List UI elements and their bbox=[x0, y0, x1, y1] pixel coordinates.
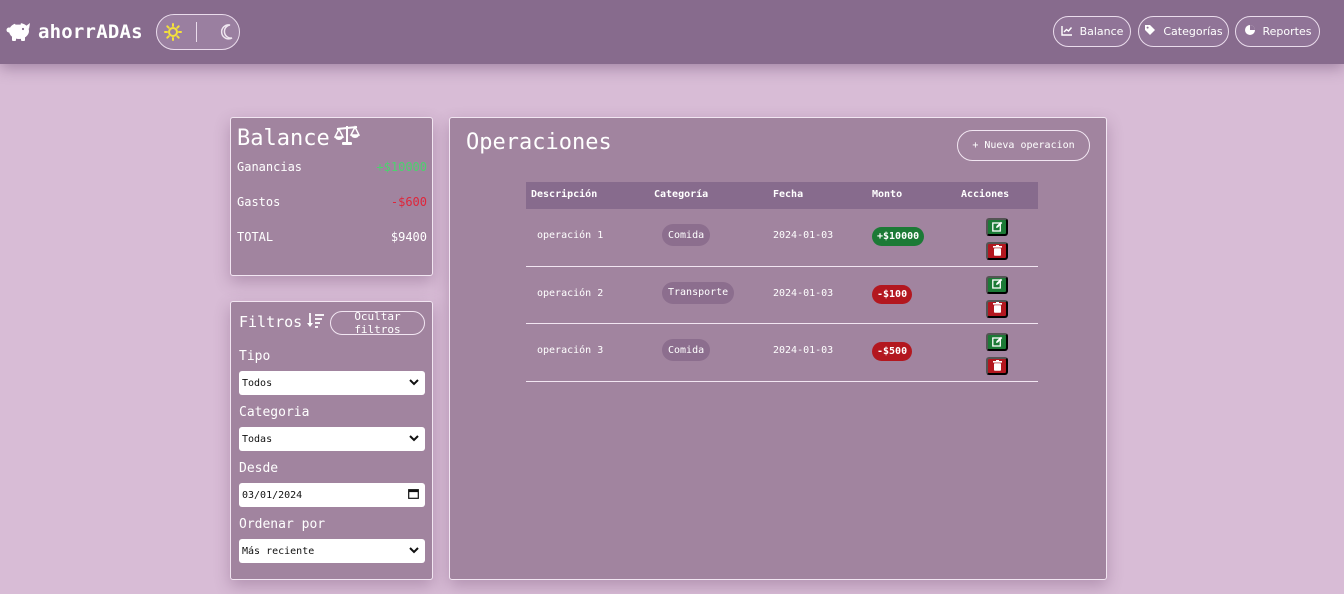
col-fecha: Fecha bbox=[773, 189, 804, 200]
nav-balance-label: Balance bbox=[1079, 25, 1124, 38]
nav-balance-button[interactable]: Balance bbox=[1053, 16, 1131, 47]
row-description: operación 3 bbox=[537, 345, 604, 356]
gastos-row: Gastos -$600 bbox=[237, 195, 427, 209]
delete-button[interactable] bbox=[986, 357, 1008, 375]
total-label: TOTAL bbox=[237, 230, 274, 244]
edit-icon bbox=[991, 277, 1003, 292]
brand[interactable]: ahorrADAs bbox=[6, 18, 143, 46]
ganancias-label: Ganancias bbox=[237, 160, 303, 174]
scale-icon bbox=[333, 124, 360, 152]
filters-card: Filtros Ocultar filtros Tipo Todos Categ… bbox=[230, 301, 433, 580]
category-badge: Comida bbox=[662, 224, 711, 246]
moon-icon[interactable] bbox=[219, 23, 235, 45]
sun-icon[interactable] bbox=[164, 23, 182, 45]
amount-badge: +$10000 bbox=[872, 227, 925, 246]
delete-button[interactable] bbox=[986, 299, 1008, 318]
total-value: $9400 bbox=[390, 230, 427, 244]
row-description: operación 2 bbox=[537, 287, 604, 299]
row-description: operación 1 bbox=[537, 230, 604, 241]
table-row: operación 3 Comida 2024-01-03 -$500 bbox=[526, 324, 1038, 382]
sort-filter-icon bbox=[307, 312, 325, 332]
tipo-select[interactable]: Todos bbox=[239, 371, 425, 395]
nav-categorias-label: Categorías bbox=[1163, 25, 1223, 38]
trash-icon bbox=[992, 301, 1002, 316]
filters-heading: Filtros bbox=[239, 312, 325, 332]
tipo-label: Tipo bbox=[239, 349, 271, 364]
ordenar-select[interactable]: Más reciente bbox=[239, 539, 425, 563]
pie-chart-icon bbox=[1244, 24, 1256, 39]
amount-badge: -$500 bbox=[872, 342, 913, 361]
nav-reportes-label: Reportes bbox=[1262, 25, 1312, 38]
chevron-down-icon bbox=[409, 434, 419, 445]
table-row: operación 2 Transporte 2024-01-03 -$100 bbox=[526, 267, 1038, 324]
categoria-label: Categoria bbox=[239, 405, 310, 420]
filters-title: Filtros bbox=[239, 313, 303, 331]
desde-date-input[interactable]: 03/01/2024 bbox=[239, 483, 425, 507]
col-descripcion: Descripción bbox=[531, 189, 598, 200]
operations-card: Operaciones + Nueva operacion Descripció… bbox=[449, 117, 1107, 580]
row-date: 2024-01-03 bbox=[773, 287, 834, 299]
col-acciones: Acciones bbox=[961, 189, 1010, 200]
theme-toggle[interactable] bbox=[156, 14, 240, 50]
edit-button[interactable] bbox=[986, 218, 1008, 236]
total-row: TOTAL $9400 bbox=[237, 230, 427, 244]
table-row: operación 1 Comida 2024-01-03 +$10000 bbox=[526, 209, 1038, 267]
chart-line-icon bbox=[1060, 25, 1073, 39]
category-badge: Transporte bbox=[662, 281, 735, 304]
categoria-value: Todas bbox=[242, 433, 273, 445]
toggle-separator bbox=[196, 22, 197, 42]
piggy-bank-icon bbox=[6, 18, 32, 46]
tag-icon bbox=[1144, 24, 1156, 39]
new-operation-button[interactable]: + Nueva operacion bbox=[957, 130, 1090, 161]
chevron-down-icon bbox=[409, 546, 419, 557]
ordenar-value: Más reciente bbox=[242, 545, 315, 557]
category-badge: Comida bbox=[662, 339, 711, 361]
desde-value: 03/01/2024 bbox=[242, 489, 303, 501]
calendar-icon[interactable] bbox=[408, 488, 419, 502]
nav-reportes-button[interactable]: Reportes bbox=[1235, 16, 1320, 47]
edit-button[interactable] bbox=[986, 275, 1008, 294]
operations-table: Descripción Categoría Fecha Monto Accion… bbox=[526, 182, 1038, 382]
ordenar-label: Ordenar por bbox=[239, 517, 326, 532]
desde-label: Desde bbox=[239, 461, 279, 476]
edit-button[interactable] bbox=[986, 333, 1008, 351]
balance-heading: Balance bbox=[237, 124, 360, 152]
ganancias-value: +$10000 bbox=[376, 160, 427, 174]
operations-title: Operaciones bbox=[466, 130, 612, 155]
gastos-value: -$600 bbox=[390, 195, 427, 209]
edit-icon bbox=[991, 220, 1003, 235]
nav-categorias-button[interactable]: Categorías bbox=[1138, 16, 1229, 47]
gastos-label: Gastos bbox=[237, 195, 281, 209]
chevron-down-icon bbox=[409, 378, 419, 389]
categoria-select[interactable]: Todas bbox=[239, 427, 425, 451]
col-categoria: Categoría bbox=[654, 189, 709, 200]
navbar: ahorrADAs Balance Categorías Reportes bbox=[0, 0, 1344, 64]
brand-title: ahorrADAs bbox=[38, 21, 143, 43]
trash-icon bbox=[992, 359, 1002, 374]
trash-icon bbox=[992, 244, 1002, 259]
hide-filters-button[interactable]: Ocultar filtros bbox=[330, 310, 425, 336]
balance-title: Balance bbox=[237, 125, 330, 151]
row-date: 2024-01-03 bbox=[773, 345, 834, 356]
row-date: 2024-01-03 bbox=[773, 230, 834, 241]
amount-badge: -$100 bbox=[872, 284, 913, 304]
tipo-value: Todos bbox=[242, 377, 273, 389]
edit-icon bbox=[991, 335, 1003, 350]
ganancias-row: Ganancias +$10000 bbox=[237, 160, 427, 174]
balance-card: Balance Ganancias +$10000 Gastos -$600 T… bbox=[230, 117, 433, 276]
table-header: Descripción Categoría Fecha Monto Accion… bbox=[526, 182, 1038, 209]
delete-button[interactable] bbox=[986, 242, 1008, 260]
col-monto: Monto bbox=[872, 189, 903, 200]
